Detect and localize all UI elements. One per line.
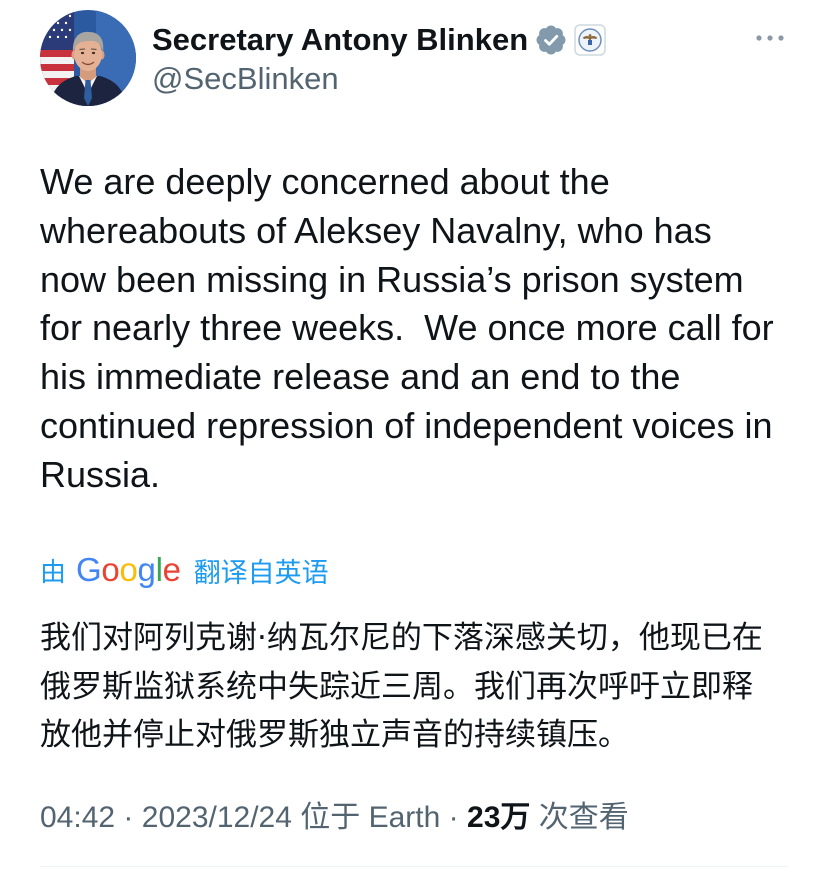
google-logo[interactable]: Google: [76, 551, 181, 589]
tweet-text-line: Russia.: [40, 453, 161, 495]
tweet-text-line: whereabouts of Aleksey Navalny, who has: [40, 209, 712, 251]
author-avatar[interactable]: [40, 10, 136, 106]
divider: [40, 866, 788, 867]
tweet-text: We are deeply concerned about the wherea…: [40, 158, 774, 500]
translation-attribution: 由 Google 翻译自英语: [40, 550, 329, 590]
meta-separator: ·: [123, 801, 134, 834]
views-label: 次查看: [538, 801, 629, 834]
tweet-meta: 04:42 · 2023/12/24 位于 Earth · 23万 次查看: [40, 800, 629, 836]
author-name[interactable]: Secretary Antony Blinken: [152, 21, 528, 59]
tweet-location: Earth: [368, 801, 441, 834]
author-handle[interactable]: @SecBlinken: [152, 60, 339, 98]
tweet-text-line: his immediate release and an end to the: [40, 356, 681, 398]
translation-by-label: 由: [40, 557, 67, 588]
google-logo-letter: l: [155, 551, 163, 588]
tweet-text-line: We are deeply concerned about the: [40, 161, 610, 202]
google-logo-letter: o: [119, 551, 138, 588]
verified-badge-icon[interactable]: [536, 25, 566, 55]
translated-text-line: 我们对阿列克谢·纳瓦尔尼的下落深感关切，他现已在: [40, 620, 763, 656]
translated-text-line: 俄罗斯监狱系统中失踪近三周。我们再次呼吁立即释: [40, 668, 753, 705]
translation-source-label: 翻译自英语: [193, 557, 329, 589]
more-options-icon[interactable]: [753, 28, 787, 48]
us-department-of-state-seal-icon[interactable]: [574, 24, 606, 56]
tweet-time[interactable]: 04:42: [40, 801, 115, 834]
tweet-date[interactable]: 2023/12/24: [142, 801, 292, 834]
more-dots-icon: [756, 35, 784, 41]
location-prefix: 位于: [300, 801, 361, 834]
google-logo-letter: o: [101, 551, 120, 588]
google-logo-letter: G: [76, 551, 102, 588]
translated-text: 我们对阿列克谢·纳瓦尔尼的下落深感关切，他现已在 俄罗斯监狱系统中失踪近三周。我…: [40, 614, 763, 760]
tweet-text-line: continued repression of independent voic…: [40, 404, 773, 446]
meta-separator: ·: [448, 801, 459, 834]
views-count[interactable]: 23万: [467, 801, 530, 834]
author-name-row: Secretary Antony Blinken: [152, 21, 606, 59]
tweet-text-line: for nearly three weeks. We once more cal…: [40, 307, 774, 349]
translated-text-line: 放他并停止对俄罗斯独立声音的持续镇压。: [40, 717, 629, 753]
tweet-text-line: now been missing in Russia’s prison syst…: [40, 258, 744, 300]
avatar-photo: [40, 10, 136, 106]
google-logo-letter: g: [137, 551, 156, 588]
google-logo-letter: e: [162, 551, 181, 588]
